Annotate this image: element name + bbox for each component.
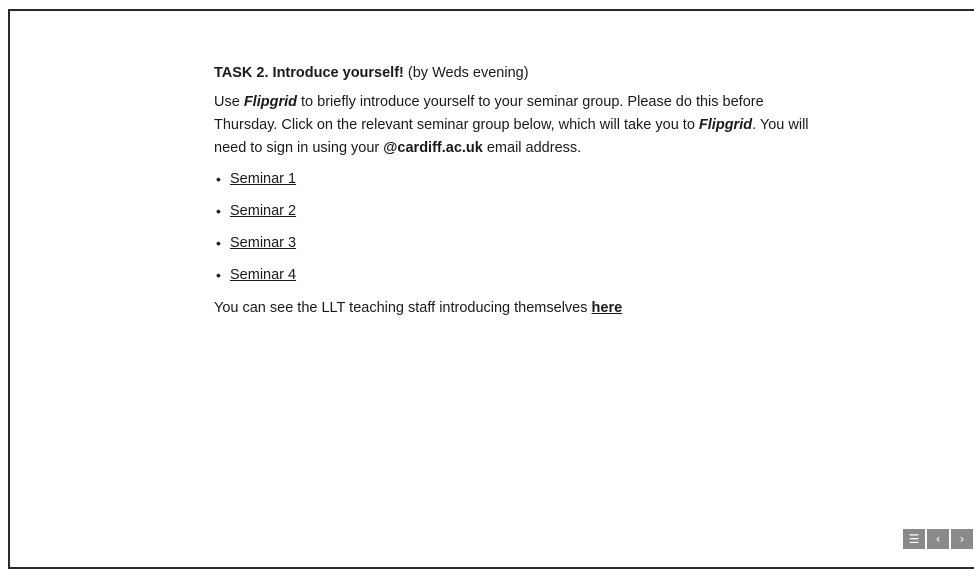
seminar-2-link[interactable]: Seminar 2	[230, 203, 296, 219]
bullet-icon: •	[216, 235, 221, 251]
instructions-text-2: to briefly introduce yourself to your se…	[214, 94, 764, 133]
task-heading: TASK 2. Introduce yourself! (by Weds eve…	[214, 62, 814, 85]
slide-navigation: ☰ ‹ ›	[903, 529, 973, 549]
instructions-text-1: Use	[214, 94, 244, 110]
flipgrid-emphasis-2: Flipgrid	[698, 117, 753, 133]
list-menu-icon[interactable]: ☰	[903, 529, 925, 549]
list-item: • Seminar 3	[214, 233, 814, 265]
staff-intro-text: You can see the LLT teaching staff intro…	[214, 300, 592, 316]
bullet-icon: •	[216, 203, 221, 219]
list-item: • Seminar 4	[214, 265, 814, 297]
slide-content: TASK 2. Introduce yourself! (by Weds eve…	[214, 62, 814, 320]
task-deadline: (by Weds evening)	[403, 65, 529, 81]
seminar-4-link[interactable]: Seminar 4	[230, 267, 296, 283]
bullet-icon: •	[216, 267, 221, 283]
bullet-icon: •	[216, 171, 221, 187]
staff-intro-line: You can see the LLT teaching staff intro…	[214, 297, 814, 320]
email-domain: @cardiff.ac.uk	[383, 140, 483, 156]
task-title: TASK 2. Introduce yourself!	[214, 65, 404, 81]
chevron-right-icon[interactable]: ›	[951, 529, 973, 549]
flipgrid-emphasis: Flipgrid	[243, 94, 297, 110]
seminar-3-link[interactable]: Seminar 3	[230, 235, 296, 251]
instructions-text-4: email address.	[482, 140, 582, 156]
staff-intro-link[interactable]: here	[592, 300, 623, 316]
seminar-1-link[interactable]: Seminar 1	[230, 171, 296, 187]
seminar-list: • Seminar 1 • Seminar 2 • Seminar 3 • Semina…	[214, 169, 814, 297]
instructions-paragraph: Use Flipgrid to briefly introduce yourse…	[214, 91, 814, 160]
list-item: • Seminar 1	[214, 169, 814, 201]
chevron-left-icon[interactable]: ‹	[927, 529, 949, 549]
list-item: • Seminar 2	[214, 201, 814, 233]
